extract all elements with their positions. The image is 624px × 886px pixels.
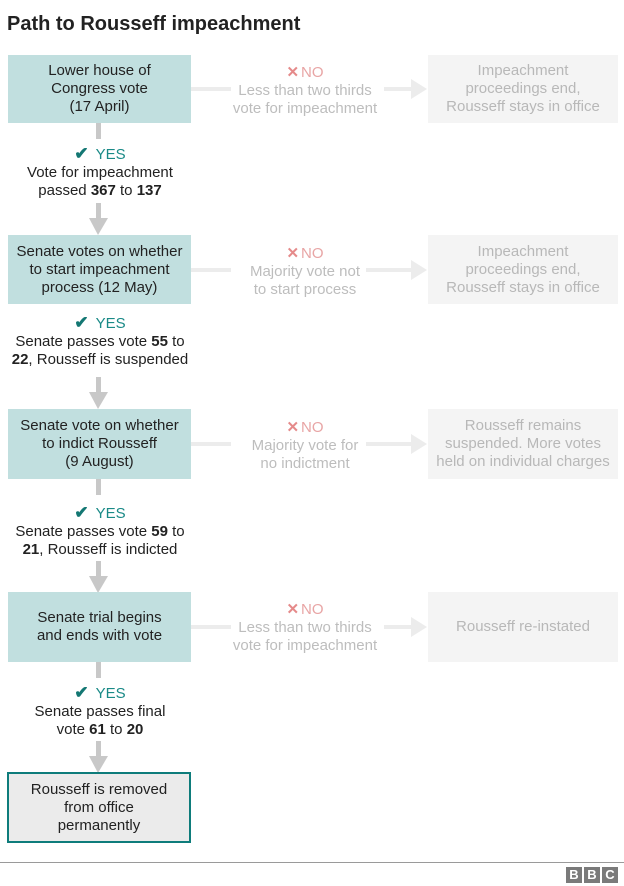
step-box-senate-start: Senate votes on whether to start impeach… [8,235,191,304]
no-label: NO [301,64,324,81]
step-box-senate-trial: Senate trial begins and ends with vote [8,592,191,662]
yes-connector-line [96,662,101,678]
votes-for: 59 [151,523,168,540]
arrow-right-icon [411,434,427,454]
checkmark-icon: ✔ [74,144,89,163]
arrow-right-icon [411,260,427,280]
yes-label: YES [95,685,126,702]
outcome-connector-line [366,268,412,272]
no-label: NO [301,419,324,436]
yes-result-text: Senate passes vote 59 to 21, Rousseff is… [0,523,200,559]
outcome-connector-line [384,625,412,629]
arrow-down-icon [89,392,108,409]
yes-branch: ✔ YES Senate passes vote 55 to 22, Rousse… [0,314,200,369]
final-outcome-text: Rousseff is removed from office permanen… [30,780,168,834]
yes-text-part: , Rousseff is suspended [28,351,189,368]
yes-text-part: , Rousseff is indicted [39,541,178,558]
no-condition-text: Less than two thirds vote for impeachmen… [232,82,378,117]
yes-text-part: to [172,333,185,350]
votes-for: 367 [90,182,116,199]
yes-text-part: to [115,182,137,199]
yes-text-part: to [105,721,127,738]
step-label: Senate vote on whether to indict Roussef… [20,417,179,470]
yes-label: YES [95,505,126,522]
cross-icon: ✕ [286,245,300,262]
outcome-connector-line [384,87,412,91]
yes-label: YES [95,146,126,163]
arrow-right-icon [411,617,427,637]
arrow-down-icon [89,576,108,593]
votes-for: 61 [89,721,106,738]
cross-icon: ✕ [286,64,300,81]
votes-for: 55 [151,333,168,350]
checkmark-icon: ✔ [74,503,89,522]
footer-divider [0,862,624,863]
no-condition-text: Less than two thirds vote for impeachmen… [232,619,378,654]
outcome-text: Rousseff remains suspended. More votes h… [436,417,610,470]
cross-icon: ✕ [286,601,300,618]
yes-result-text: Senate passes vote 55 to 22, Rousseff is… [0,333,200,369]
no-label: NO [301,245,324,262]
yes-text-part: to [172,523,185,540]
outcome-text: Impeachment proceedings end, Rousseff st… [446,242,600,296]
votes-against: 21 [22,541,40,558]
bbc-logo-letter: B [566,867,582,883]
yes-label: YES [95,315,126,332]
yes-text-part: Senate passes vote [15,523,152,540]
votes-against: 20 [126,721,144,738]
checkmark-icon: ✔ [74,683,89,702]
yes-connector-line [96,479,101,495]
step-label: Lower house of Congress vote (17 April) [48,62,151,115]
outcome-box: Impeachment proceedings end, Rousseff st… [428,235,618,304]
yes-connector-line [96,123,101,139]
yes-connector-line [96,203,101,219]
final-outcome-box: Rousseff is removed from office permanen… [7,772,191,843]
arrow-down-icon [89,756,108,773]
yes-branch: ✔ YES Vote for impeachment passed 367 to … [0,145,200,200]
votes-against: 22 [11,351,29,368]
yes-connector-line [96,561,101,577]
yes-connector-line [96,377,101,393]
yes-connector-line [96,741,101,757]
chart-title: Path to Rousseff impeachment [7,13,301,35]
votes-against: 137 [136,182,162,199]
bbc-logo-letter: B [584,867,600,883]
yes-branch: ✔ YES Senate passes final vote 61 to 20 [0,684,200,739]
bbc-logo: B B C [566,867,618,883]
yes-result-text: Vote for impeachment passed 367 to 137 [0,164,200,200]
no-label: NO [301,601,324,618]
step-box-senate-indict: Senate vote on whether to indict Roussef… [8,409,191,479]
outcome-box: Rousseff re-instated [428,592,618,662]
no-branch: ✕ NO Less than two thirds vote for impeac… [205,601,405,655]
arrow-down-icon [89,218,108,235]
checkmark-icon: ✔ [74,313,89,332]
yes-result-text: Senate passes final vote 61 to 20 [0,703,200,739]
cross-icon: ✕ [286,419,300,436]
no-branch: ✕ NO Less than two thirds vote for impeac… [205,64,405,118]
bbc-logo-letter: C [602,867,618,883]
step-label: Senate votes on whether to start impeach… [16,242,183,296]
yes-branch: ✔ YES Senate passes vote 59 to 21, Rousse… [0,504,200,559]
no-branch: ✕ NO Majority vote not to start process [205,245,405,299]
arrow-right-icon [411,79,427,99]
step-box-lower-house: Lower house of Congress vote (17 April) [8,55,191,123]
no-branch: ✕ NO Majority vote for no indictment [205,419,405,473]
outcome-text: Impeachment proceedings end, Rousseff st… [446,62,600,115]
outcome-connector-line [366,442,412,446]
yes-text-part: Senate passes vote [15,333,152,350]
step-label: Senate trial begins and ends with vote [36,609,163,644]
outcome-box: Rousseff remains suspended. More votes h… [428,409,618,479]
outcome-text: Rousseff re-instated [456,618,590,635]
outcome-box: Impeachment proceedings end, Rousseff st… [428,55,618,123]
